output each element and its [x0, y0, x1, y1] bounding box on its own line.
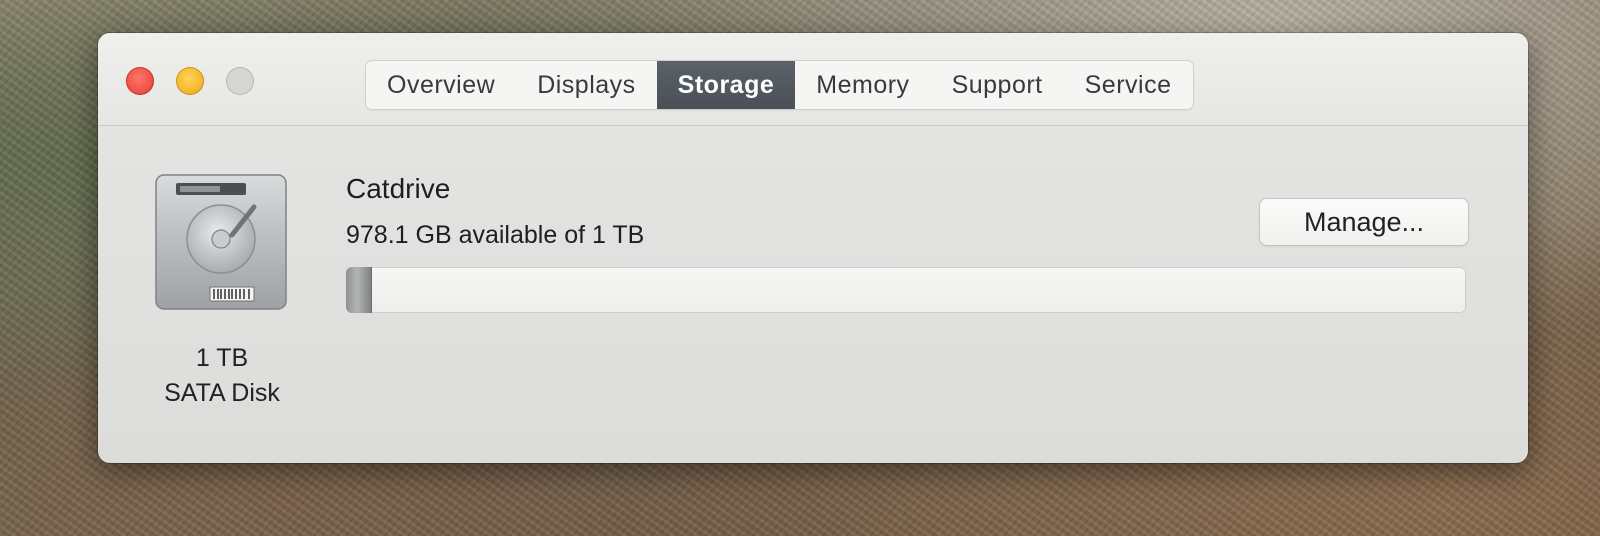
tab-storage[interactable]: Storage: [656, 61, 796, 109]
about-this-mac-window: Overview Displays Storage Memory Support…: [98, 33, 1528, 463]
tab-displays[interactable]: Displays: [516, 61, 656, 109]
storage-usage-bar: [346, 267, 1466, 313]
close-window-button[interactable]: [126, 67, 154, 95]
disk-type: SATA Disk: [164, 379, 280, 407]
minimize-window-button[interactable]: [176, 67, 204, 95]
volume-name: Catdrive: [346, 173, 451, 204]
tab-overview[interactable]: Overview: [366, 61, 516, 109]
disk-capacity: 1 TB: [195, 344, 249, 372]
tab-memory[interactable]: Memory: [795, 61, 930, 109]
zoom-window-button: [226, 67, 254, 95]
hard-drive-icon: [155, 174, 287, 310]
volume-available-text: 978.1 GB available of 1 TB: [346, 221, 645, 249]
window-toolbar: Overview Displays Storage Memory Support…: [98, 33, 1528, 126]
manage-button[interactable]: Manage...: [1260, 199, 1468, 245]
tab-support[interactable]: Support: [931, 61, 1064, 109]
tab-service[interactable]: Service: [1064, 61, 1193, 109]
storage-used-segment: [346, 267, 372, 313]
tab-bar: Overview Displays Storage Memory Support…: [366, 61, 1193, 109]
disk-caption: 1 TB SATA Disk: [138, 341, 306, 411]
